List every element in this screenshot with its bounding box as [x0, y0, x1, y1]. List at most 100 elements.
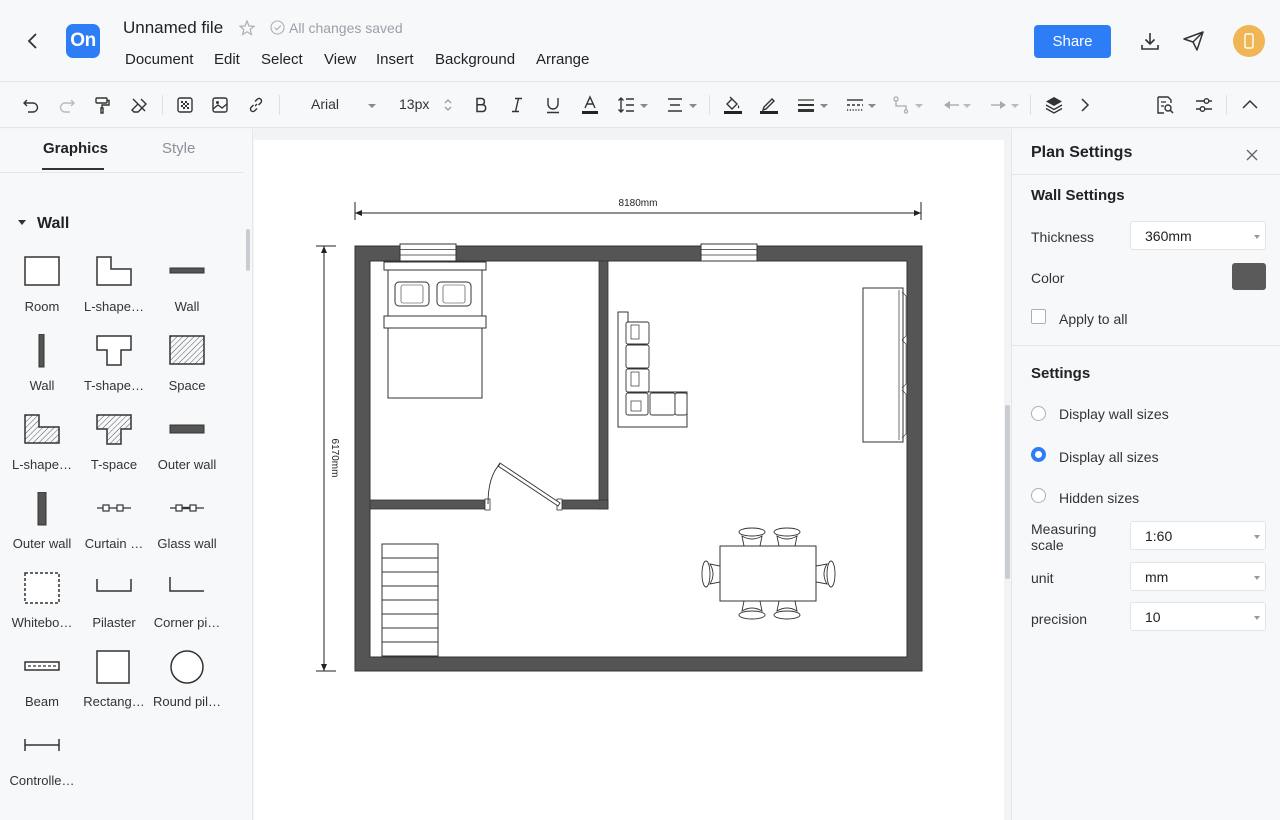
- menu-arrange[interactable]: Arrange: [536, 51, 589, 68]
- shape-controlled-wall[interactable]: Controlle…: [4, 729, 80, 801]
- apply-to-all-checkbox[interactable]: [1031, 309, 1046, 324]
- connector-icon[interactable]: [891, 94, 913, 116]
- shape-room[interactable]: Room: [4, 255, 80, 327]
- chevron-right-icon[interactable]: [1074, 94, 1096, 116]
- canvas-page[interactable]: 8180mm 6170mm: [254, 140, 1004, 820]
- italic-icon[interactable]: [506, 94, 528, 116]
- app-logo[interactable]: On: [66, 24, 100, 58]
- menu-background[interactable]: Background: [435, 51, 515, 68]
- share-button[interactable]: Share: [1034, 25, 1111, 58]
- shape-corner-pilaster[interactable]: Corner pi…: [149, 571, 225, 643]
- measuring-scale-select[interactable]: 1:60: [1130, 521, 1266, 550]
- line-style-icon[interactable]: [844, 94, 866, 116]
- menu-view[interactable]: View: [324, 51, 356, 68]
- door[interactable]: [484, 462, 563, 511]
- line-weight-icon[interactable]: [795, 94, 817, 116]
- image-icon[interactable]: [209, 94, 231, 116]
- close-icon[interactable]: [1244, 147, 1260, 163]
- shape-outer-wall-horizontal[interactable]: Outer wall: [149, 413, 225, 485]
- format-painter-icon[interactable]: [91, 94, 113, 116]
- window-right[interactable]: [700, 243, 758, 262]
- whiteboard-wall-icon: [24, 572, 60, 604]
- font-family-select[interactable]: Arial: [311, 96, 339, 112]
- fill-pattern-icon[interactable]: [174, 94, 196, 116]
- scrollbar[interactable]: [246, 229, 250, 271]
- shape-library-panel: Graphics Style Wall Room L-shape… Wall W…: [0, 129, 253, 820]
- dimension-width[interactable]: 8180mm: [354, 198, 922, 220]
- underline-icon[interactable]: [542, 94, 564, 116]
- shape-round-pillar[interactable]: Round pil…: [149, 650, 225, 722]
- sofa[interactable]: [617, 311, 688, 428]
- interior-wall-horizontal[interactable]: [369, 499, 489, 510]
- dining-table[interactable]: [701, 527, 836, 620]
- shape-wall-vertical[interactable]: Wall: [4, 334, 80, 406]
- shape-curtain-wall[interactable]: Curtain …: [76, 492, 152, 564]
- tab-graphics[interactable]: Graphics: [43, 140, 108, 157]
- shape-space[interactable]: Space: [149, 334, 225, 406]
- thickness-select[interactable]: 360mm: [1130, 221, 1266, 250]
- font-size-input[interactable]: 13px: [399, 96, 429, 112]
- menu-select[interactable]: Select: [261, 51, 303, 68]
- font-size-stepper[interactable]: [444, 98, 452, 112]
- redo-icon[interactable]: [56, 94, 78, 116]
- arrow-start-icon[interactable]: [940, 94, 962, 116]
- shape-t-shape-room[interactable]: T-shape…: [76, 334, 152, 406]
- layers-icon[interactable]: [1043, 94, 1065, 116]
- menu-insert[interactable]: Insert: [376, 51, 414, 68]
- download-icon[interactable]: [1139, 30, 1161, 52]
- link-icon[interactable]: [245, 94, 267, 116]
- align-icon[interactable]: [664, 94, 686, 116]
- unit-value: mm: [1145, 569, 1169, 585]
- shape-whiteboard-wall[interactable]: Whitebo…: [4, 571, 80, 643]
- shape-pilaster[interactable]: Pilaster: [76, 571, 152, 643]
- rectangle-pillar-icon: [96, 650, 130, 684]
- precision-select[interactable]: 10: [1130, 602, 1266, 631]
- interior-wall-horizontal[interactable]: [559, 499, 609, 510]
- line-color-icon[interactable]: [758, 94, 780, 116]
- wardrobe[interactable]: [862, 287, 907, 443]
- wall-horizontal-icon: [169, 267, 205, 274]
- shape-beam[interactable]: Beam: [4, 650, 80, 722]
- fill-color-icon[interactable]: [722, 94, 744, 116]
- menu-document[interactable]: Document: [125, 51, 193, 68]
- settings-sliders-icon[interactable]: [1193, 94, 1215, 116]
- stairs[interactable]: [381, 543, 439, 657]
- radio-hidden-sizes[interactable]: [1031, 488, 1046, 503]
- scrollbar[interactable]: [1005, 405, 1010, 579]
- chevron-up-icon[interactable]: [1239, 94, 1261, 116]
- shape-label: Beam: [25, 694, 59, 709]
- star-icon[interactable]: [238, 19, 256, 37]
- section-title-wall[interactable]: Wall: [37, 215, 69, 233]
- find-replace-icon[interactable]: [1154, 94, 1176, 116]
- bold-icon[interactable]: [470, 94, 492, 116]
- shape-glass-wall[interactable]: Glass wall: [149, 492, 225, 564]
- send-icon[interactable]: [1182, 30, 1205, 52]
- tab-style[interactable]: Style: [162, 140, 195, 157]
- interior-wall-vertical[interactable]: [598, 260, 609, 510]
- dimension-height[interactable]: 6170mm: [316, 245, 340, 672]
- bed[interactable]: [383, 261, 487, 399]
- file-title[interactable]: Unnamed file: [123, 18, 223, 38]
- arrow-end-icon[interactable]: [988, 94, 1010, 116]
- shape-l-shape-room[interactable]: L-shape…: [76, 255, 152, 327]
- back-arrow-icon[interactable]: [20, 28, 46, 54]
- shape-t-space[interactable]: T-space: [76, 413, 152, 485]
- shape-wall-horizontal[interactable]: Wall: [149, 255, 225, 327]
- radio-display-wall-sizes[interactable]: [1031, 406, 1046, 421]
- font-color-icon[interactable]: [579, 94, 601, 116]
- clear-format-icon[interactable]: [128, 94, 150, 116]
- wall-color-swatch[interactable]: [1232, 263, 1266, 290]
- shape-outer-wall-vertical[interactable]: Outer wall: [4, 492, 80, 564]
- line-spacing-icon[interactable]: [615, 94, 637, 116]
- radio-display-all-sizes[interactable]: [1031, 447, 1046, 462]
- unit-select[interactable]: mm: [1130, 562, 1266, 591]
- shape-label: Pilaster: [92, 615, 136, 630]
- caret-down-icon[interactable]: [17, 217, 27, 227]
- floor-plan[interactable]: 8180mm 6170mm: [254, 140, 1004, 820]
- window-left[interactable]: [399, 243, 457, 262]
- shape-l-shape-space[interactable]: L-shape…: [4, 413, 80, 485]
- avatar[interactable]: [1233, 25, 1265, 57]
- menu-edit[interactable]: Edit: [214, 51, 240, 68]
- undo-icon[interactable]: [20, 94, 42, 116]
- shape-rectangle-pillar[interactable]: Rectang…: [76, 650, 152, 722]
